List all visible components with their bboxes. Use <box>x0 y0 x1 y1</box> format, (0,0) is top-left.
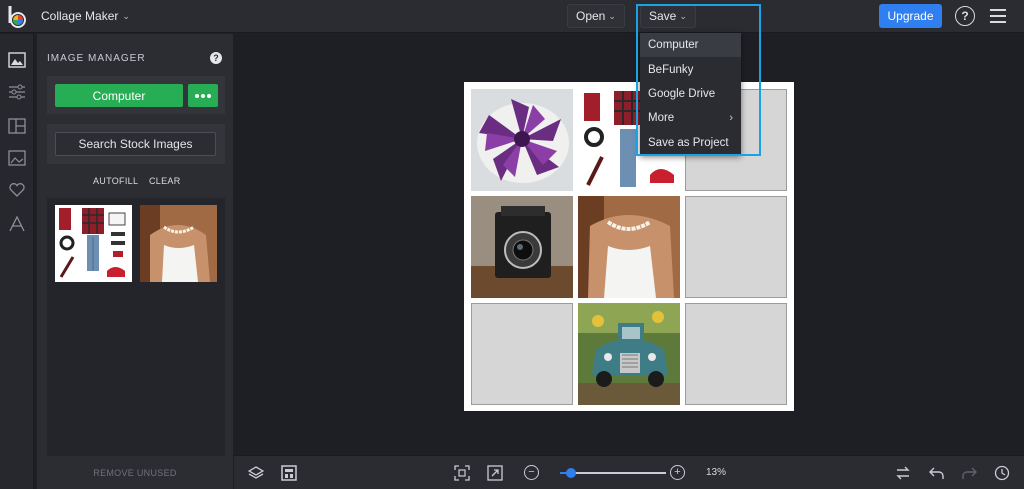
photo-icon[interactable] <box>7 148 27 168</box>
collage-cell-truck[interactable] <box>578 303 680 405</box>
undo-icon[interactable] <box>928 464 946 482</box>
upload-section: Computer <box>47 76 225 114</box>
collage-cell-necklace[interactable] <box>578 196 680 298</box>
thumbnail-fashion-flatlay[interactable] <box>55 205 132 282</box>
layout-icon[interactable] <box>7 116 27 136</box>
history-icon[interactable] <box>993 464 1011 482</box>
panel-title: IMAGE MANAGER <box>47 53 146 64</box>
chevron-down-icon: ⌄ <box>679 10 687 21</box>
fit-to-screen-icon[interactable] <box>453 464 471 482</box>
image-manager-panel: IMAGE MANAGER ? Computer Search Stock Im… <box>37 34 233 489</box>
swap-icon[interactable] <box>894 464 912 482</box>
upgrade-button[interactable]: Upgrade <box>879 4 942 28</box>
save-label: Save <box>649 9 677 23</box>
save-menu-item-befunky[interactable]: BeFunky <box>640 57 741 81</box>
menu-icon[interactable] <box>990 9 1006 23</box>
layers-icon[interactable] <box>247 464 265 482</box>
chevron-right-icon: › <box>729 112 733 125</box>
collage-cell-succulent[interactable] <box>471 89 573 191</box>
zoom-slider[interactable] <box>560 468 666 478</box>
more-sources-button[interactable] <box>188 84 218 107</box>
zoom-out-button[interactable]: − <box>524 465 539 480</box>
autofill-button[interactable]: AUTOFILL <box>93 176 138 186</box>
clear-button[interactable]: CLEAR <box>149 176 181 186</box>
zoom-slider-handle[interactable] <box>566 468 576 478</box>
image-manager-icon[interactable] <box>7 50 27 70</box>
thumbnail-list <box>47 198 225 456</box>
search-stock-images-button[interactable]: Search Stock Images <box>55 132 216 156</box>
expand-icon[interactable] <box>486 464 504 482</box>
app-name: Collage Maker <box>41 9 119 23</box>
template-icon[interactable] <box>280 464 298 482</box>
save-menu: Computer BeFunky Google Drive More › Sav… <box>640 33 741 155</box>
app-switcher-button[interactable]: Collage Maker ⌄ <box>33 4 138 28</box>
top-bar: Collage Maker ⌄ Open ⌄ Save ⌄ Upgrade ? <box>0 0 1024 33</box>
chevron-down-icon: ⌄ <box>122 10 130 21</box>
redo-icon[interactable] <box>960 464 978 482</box>
zoom-in-button[interactable]: + <box>670 465 685 480</box>
collage-cell-empty[interactable] <box>685 196 787 298</box>
help-icon[interactable]: ? <box>210 52 222 64</box>
collage-canvas <box>464 82 794 411</box>
save-button[interactable]: Save ⌄ <box>640 4 696 28</box>
menu-item-label: Computer <box>648 39 699 52</box>
save-menu-item-google-drive[interactable]: Google Drive <box>640 82 741 106</box>
menu-item-label: Save as Project <box>648 136 729 149</box>
save-menu-item-save-as-project[interactable]: Save as Project <box>640 131 741 155</box>
tool-rail <box>0 34 34 489</box>
collage-cell-camera[interactable] <box>471 196 573 298</box>
help-icon[interactable]: ? <box>955 6 975 26</box>
adjust-sliders-icon[interactable] <box>7 82 27 102</box>
open-button[interactable]: Open ⌄ <box>567 4 625 28</box>
stock-section: Search Stock Images <box>47 124 225 164</box>
collage-cell-empty[interactable] <box>471 303 573 405</box>
bottom-toolbar: − + 13% <box>234 455 1024 489</box>
remove-unused-button[interactable]: REMOVE UNUSED <box>37 468 233 478</box>
text-icon[interactable] <box>7 214 27 234</box>
heart-icon[interactable] <box>7 180 27 200</box>
save-menu-item-computer[interactable]: Computer <box>640 33 741 58</box>
thumbnail-necklace-portrait[interactable] <box>140 205 217 282</box>
computer-upload-button[interactable]: Computer <box>55 84 183 107</box>
open-label: Open <box>576 9 606 23</box>
befunky-logo-icon[interactable] <box>6 4 30 28</box>
zoom-percent: 13% <box>706 467 727 478</box>
menu-item-label: BeFunky <box>648 63 694 76</box>
collage-cell-empty[interactable] <box>685 303 787 405</box>
chevron-down-icon: ⌄ <box>608 10 616 21</box>
menu-item-label: More <box>648 112 675 125</box>
menu-item-label: Google Drive <box>648 87 716 100</box>
save-menu-item-more[interactable]: More › <box>640 106 741 130</box>
